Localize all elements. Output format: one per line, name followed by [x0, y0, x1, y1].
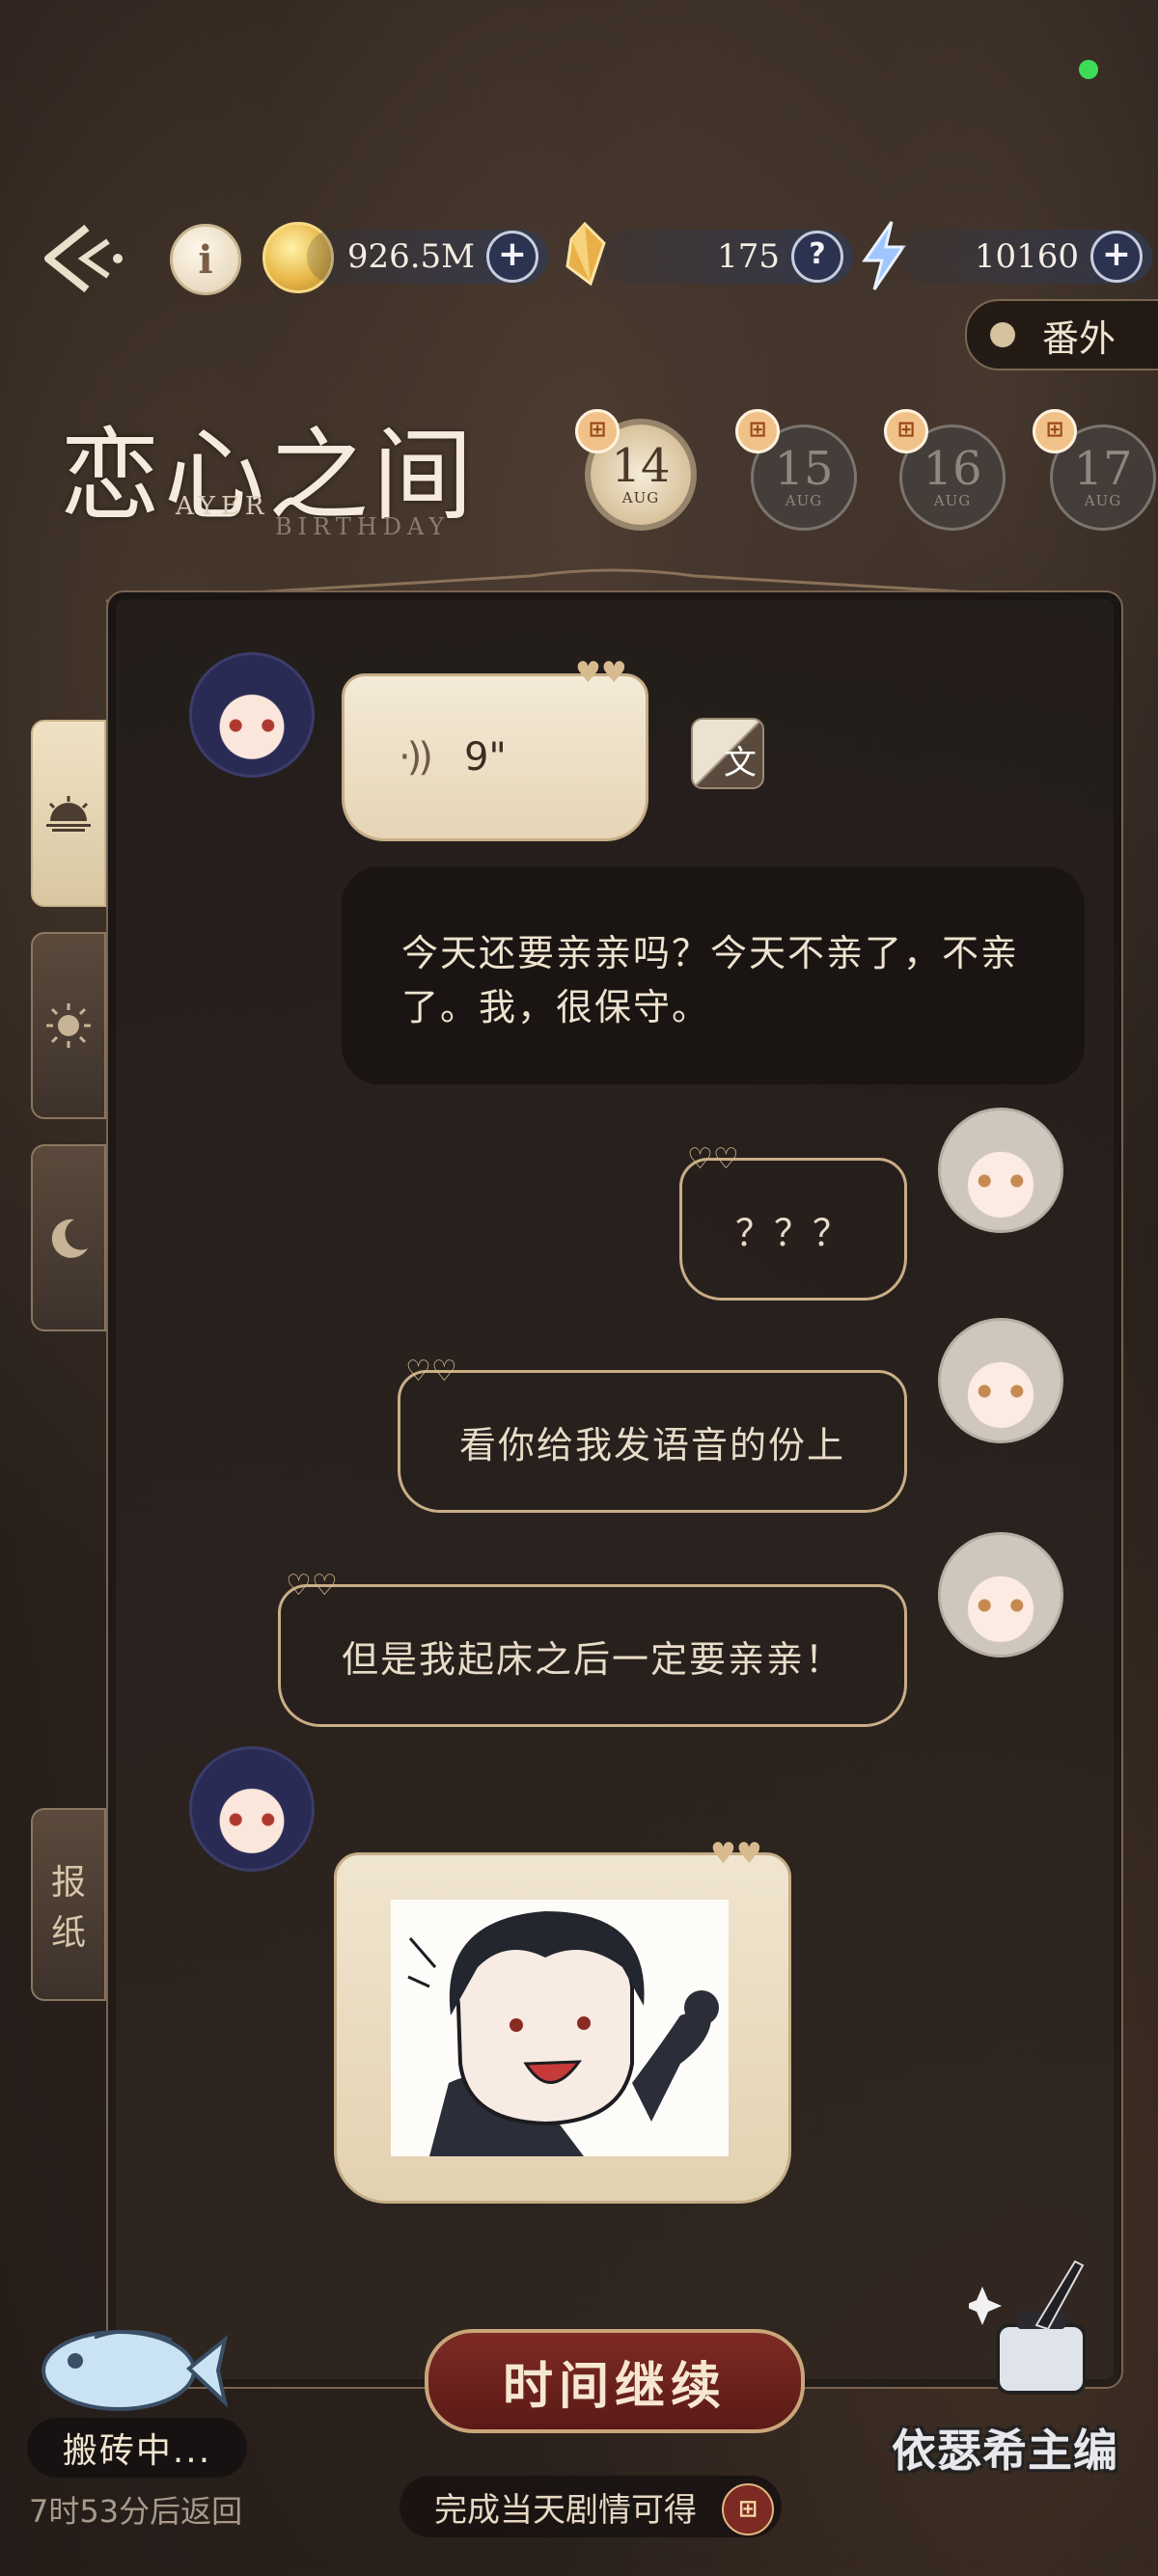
work-status: 搬砖中...: [62, 2431, 212, 2471]
tab-morning[interactable]: [31, 720, 106, 907]
avatar-girl[interactable]: [938, 1532, 1063, 1658]
crystal-icon: [565, 222, 606, 286]
reply-bubble-2: 看你给我发语音的份上: [398, 1370, 907, 1513]
ink-pen-icon[interactable]: [969, 2258, 1114, 2402]
avatar-girl[interactable]: [938, 1318, 1063, 1443]
date-month: AUG: [1084, 492, 1122, 509]
crystal-help-question-icon[interactable]: ?: [791, 231, 843, 283]
coin-counter: 926.5M +: [307, 230, 548, 284]
editor-label[interactable]: 依瑟希主编: [892, 2416, 1118, 2480]
sun-icon: [46, 1003, 91, 1048]
reply-text-3: 但是我起床之后一定要亲亲！: [341, 1637, 843, 1681]
sunrise-icon: [46, 796, 91, 832]
voice-message-bubble[interactable]: ·)) 9": [342, 673, 648, 841]
voice-wave-icon: ·)): [399, 735, 433, 780]
moon-icon: [51, 1219, 88, 1258]
hearts-ornament-icon: ♡♡: [687, 1142, 739, 1176]
sticker-image: [391, 1900, 729, 2156]
sticker-message-bubble[interactable]: [334, 1852, 791, 2204]
daily-reward-hint: 完成当天剧情可得 ⊞: [400, 2476, 782, 2537]
extra-story-label: 番外: [1042, 316, 1117, 360]
return-timer: 7时53分后返回: [29, 2493, 243, 2530]
event-subtitle-left: AYER: [176, 492, 270, 521]
hearts-ornament-icon: ♥♥: [710, 1837, 762, 1871]
add-energy-plus-icon[interactable]: +: [1090, 231, 1143, 283]
crystal-value: 175: [717, 237, 780, 276]
energy-counter: 10160 +: [901, 230, 1152, 284]
voice-duration: 9": [463, 735, 507, 780]
gift-icon: ⊞: [735, 409, 780, 453]
transcript-text: 今天还要亲亲吗？今天不亲了，不亲了。我，很保守。: [401, 932, 1020, 1028]
energy-value: 10160: [974, 237, 1079, 276]
continue-time-button[interactable]: 时间继续: [425, 2329, 805, 2433]
reply-text-1: ？？？: [734, 1211, 851, 1254]
tab-night[interactable]: [31, 1144, 106, 1331]
translate-char: 文: [724, 744, 757, 782]
newspaper-label-2: 纸: [50, 1913, 86, 1953]
translate-icon[interactable]: 文: [691, 718, 764, 789]
add-coins-plus-icon[interactable]: +: [486, 231, 538, 283]
gift-icon: ⊞: [575, 409, 620, 453]
date-day: 15: [774, 442, 834, 496]
reply-bubble-3: 但是我起床之后一定要亲亲！: [278, 1584, 907, 1727]
work-status-badge[interactable]: 搬砖中...: [27, 2418, 247, 2478]
gift-icon: ⊞: [884, 409, 928, 453]
hearts-ornament-icon: ♡♡: [286, 1569, 338, 1603]
fish-icon[interactable]: [27, 2311, 230, 2426]
date-day: 14: [611, 439, 671, 493]
info-icon[interactable]: i: [170, 224, 241, 295]
tab-day[interactable]: [31, 932, 106, 1119]
shell-icon: [990, 322, 1015, 347]
date-day: 16: [923, 442, 982, 496]
avatar-girl[interactable]: [938, 1108, 1063, 1233]
continue-label: 时间继续: [502, 2356, 727, 2416]
date-month: AUG: [621, 489, 660, 507]
date-month: AUG: [785, 492, 823, 509]
newspaper-label-1: 报: [50, 1863, 86, 1903]
tab-newspaper[interactable]: 报 纸: [31, 1808, 106, 2001]
status-indicator-dot: [1079, 60, 1098, 79]
gift-icon: ⊞: [1033, 409, 1077, 453]
coin-value: 926.5M: [346, 237, 475, 276]
avatar-boy[interactable]: [189, 652, 315, 778]
crystal-counter: 175 ?: [602, 230, 853, 284]
event-subtitle-right: BIRTHDAY: [275, 513, 451, 540]
top-bar: i 926.5M + 175 ? 10160 +: [0, 220, 1158, 299]
reward-label: 完成当天剧情可得: [434, 2490, 697, 2530]
reply-bubble-1: ？？？: [679, 1158, 907, 1301]
voice-transcript: 今天还要亲亲吗？今天不亲了，不亲了。我，很保守。: [342, 866, 1085, 1084]
avatar-boy[interactable]: [189, 1746, 315, 1872]
date-month: AUG: [933, 492, 972, 509]
reply-text-2: 看你给我发语音的份上: [458, 1423, 845, 1466]
gift-icon[interactable]: ⊞: [722, 2483, 774, 2535]
date-day: 17: [1073, 442, 1133, 496]
extra-story-button[interactable]: 番外: [965, 299, 1158, 370]
hearts-ornament-icon: ♥♥: [575, 656, 627, 690]
hearts-ornament-icon: ♡♡: [405, 1355, 457, 1388]
back-arrow-icon[interactable]: [41, 220, 127, 297]
